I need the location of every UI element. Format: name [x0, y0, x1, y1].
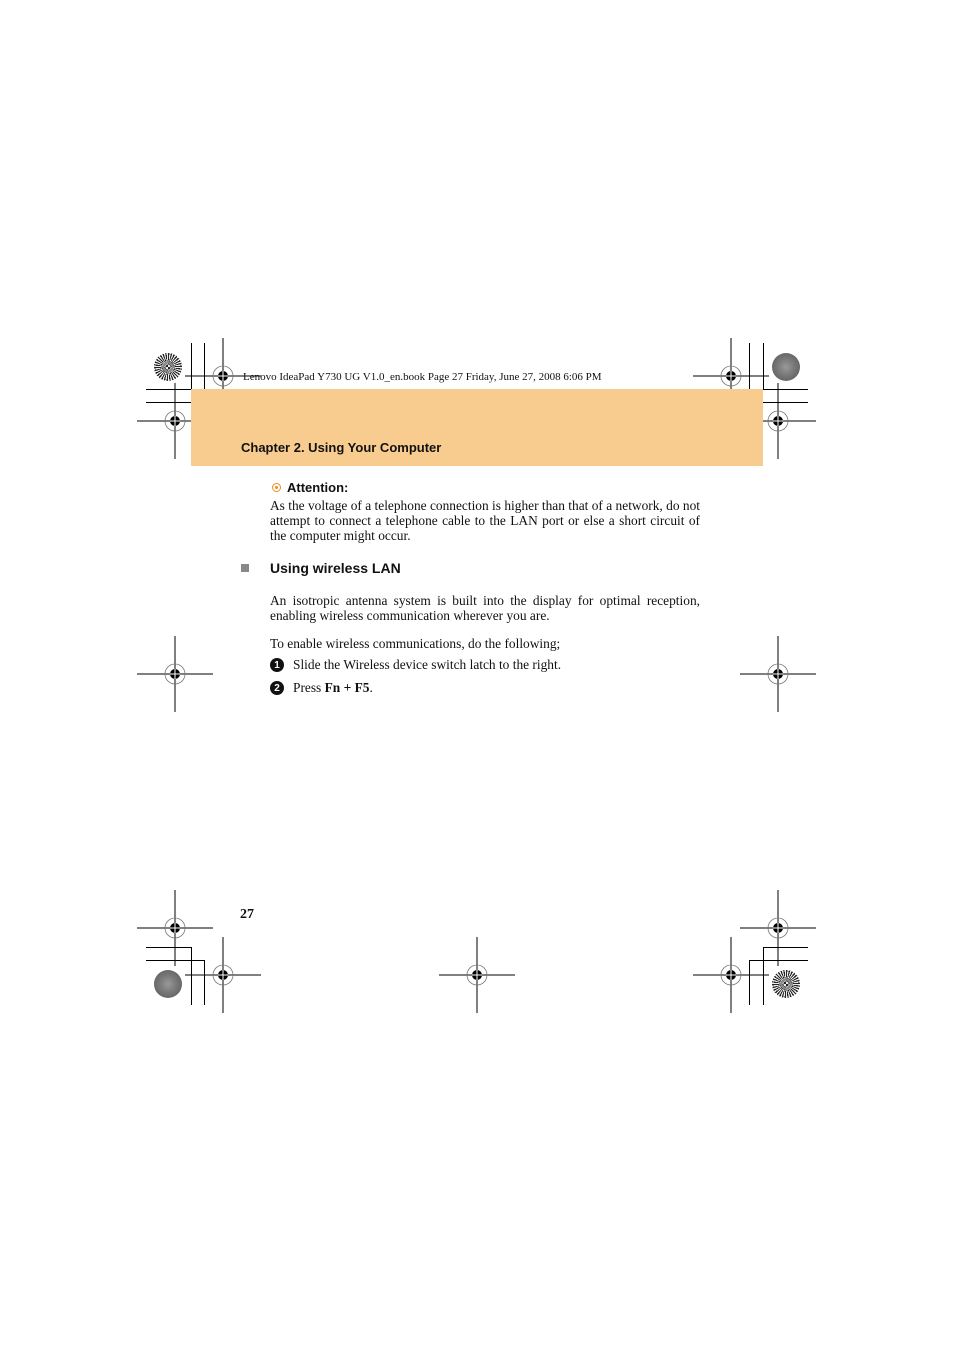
page-number: 27 [240, 907, 254, 922]
square-bullet-icon [241, 564, 249, 572]
registration-crosshair-icon [184, 936, 262, 1014]
registration-marks [136, 337, 817, 1014]
calibration-starburst-icon [772, 970, 800, 998]
registration-crosshair-icon [739, 635, 817, 713]
registration-crosshair-icon [692, 936, 770, 1014]
step-text: Press Fn + F5. [293, 680, 373, 695]
step-number-1-icon: 1 [270, 658, 284, 672]
registration-crosshair-icon [739, 889, 817, 967]
section-lead: To enable wireless communications, do th… [270, 636, 561, 651]
key-combo: Fn + F5 [324, 680, 370, 695]
calibration-grey-disc-icon [154, 970, 182, 998]
calibration-grey-disc-icon [772, 353, 800, 381]
step-number-2-icon: 2 [270, 681, 284, 695]
book-meta-line: Lenovo IdeaPad Y730 UG V1.0_en.book Page… [243, 371, 602, 383]
attention-label: Attention: [287, 480, 349, 495]
section-title: Using wireless LAN [270, 560, 401, 576]
step-1: 1 Slide the Wireless device switch latch… [270, 657, 561, 673]
registration-crosshair-icon [136, 889, 214, 967]
step-2: 2 Press Fn + F5. [270, 680, 373, 696]
attention-bullseye-icon [272, 483, 281, 492]
attention-heading: Attention: [272, 480, 348, 495]
step-text: Slide the Wireless device switch latch t… [293, 657, 562, 672]
section-intro: An isotropic antenna system is built int… [270, 593, 700, 623]
registration-crosshair-icon [438, 936, 516, 1014]
attention-text: As the voltage of a telephone connection… [270, 498, 700, 543]
registration-crosshair-icon [136, 635, 214, 713]
chapter-title: Chapter 2. Using Your Computer [241, 440, 442, 455]
calibration-starburst-icon [154, 353, 182, 381]
